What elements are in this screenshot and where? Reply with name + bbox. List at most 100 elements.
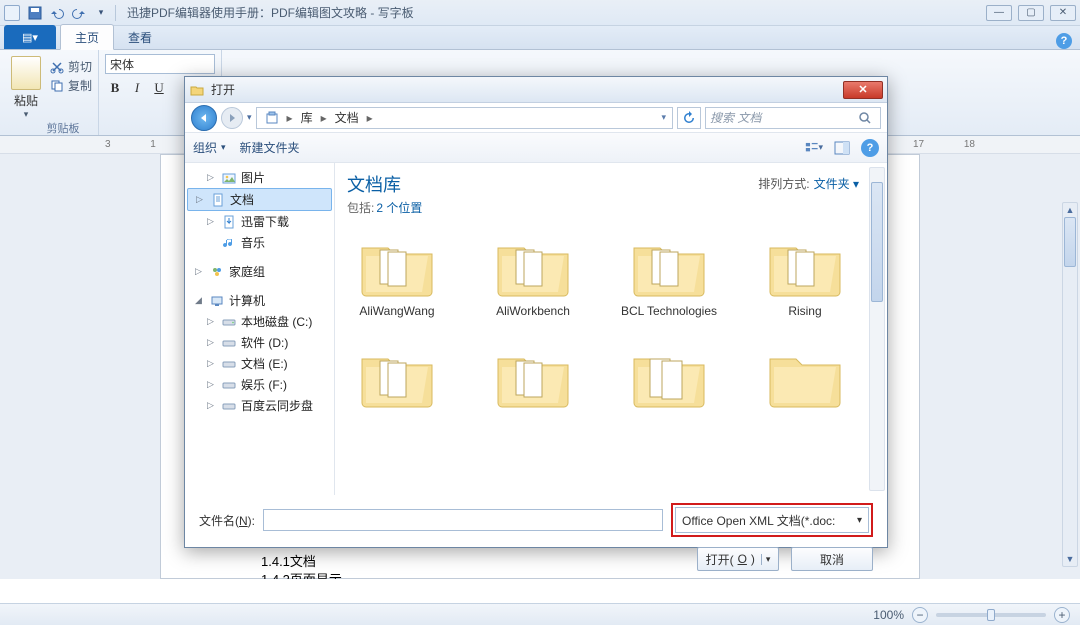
folder-label: AliWangWang bbox=[359, 304, 434, 319]
open-button[interactable]: 打开(O)▾ bbox=[697, 547, 779, 571]
tree-item-drive-c[interactable]: ▷本地磁盘 (C:) bbox=[185, 311, 334, 332]
folder-icon bbox=[494, 347, 572, 409]
preview-pane-button[interactable] bbox=[833, 139, 851, 157]
tree-item-pictures[interactable]: ▷图片 bbox=[185, 167, 334, 188]
breadcrumb[interactable]: ▸ 库 ▸ 文档 ▸ ▾ bbox=[256, 107, 673, 129]
folder-item[interactable]: BCL Technologies bbox=[619, 236, 719, 319]
scroll-down-icon[interactable]: ▼ bbox=[1063, 552, 1077, 566]
paste-label: 粘贴 bbox=[14, 92, 38, 109]
content-scrollbar[interactable] bbox=[869, 167, 885, 491]
qat-customize-icon[interactable]: ▾ bbox=[90, 3, 112, 23]
font-family-select[interactable]: 宋体 bbox=[105, 54, 215, 74]
filetype-value: Office Open XML 文档(*.doc: bbox=[682, 512, 835, 529]
folder-item[interactable] bbox=[347, 347, 447, 415]
tree-item-xunlei[interactable]: ▷迅雷下载 bbox=[185, 211, 334, 232]
paste-icon bbox=[11, 56, 41, 90]
sort-by: 排列方式:文件夹 ▾ bbox=[758, 175, 859, 192]
nav-back-button[interactable] bbox=[191, 105, 217, 131]
filetype-select[interactable]: Office Open XML 文档(*.doc:▾ bbox=[675, 507, 869, 533]
ruler-mark: 3 bbox=[105, 139, 111, 150]
scroll-up-icon[interactable]: ▲ bbox=[1063, 203, 1077, 217]
highlight-box: Office Open XML 文档(*.doc:▾ bbox=[671, 503, 873, 537]
tab-home[interactable]: 主页 bbox=[60, 24, 114, 50]
zoom-in-button[interactable]: + bbox=[1054, 607, 1070, 623]
tree-item-computer[interactable]: ◢计算机 bbox=[185, 290, 334, 311]
font-family-value: 宋体 bbox=[110, 56, 134, 73]
system-menu-icon[interactable] bbox=[4, 5, 20, 21]
tree-item-music[interactable]: 音乐 bbox=[185, 232, 334, 253]
tree-item-drive-f[interactable]: ▷娱乐 (F:) bbox=[185, 374, 334, 395]
tab-view[interactable]: 查看 bbox=[114, 25, 166, 49]
qat-undo-icon[interactable] bbox=[46, 3, 68, 23]
breadcrumb-root-icon[interactable] bbox=[259, 111, 285, 125]
folder-item[interactable] bbox=[619, 347, 719, 415]
nav-forward-button[interactable] bbox=[221, 107, 243, 129]
italic-button[interactable]: I bbox=[127, 78, 147, 98]
dialog-icon bbox=[189, 82, 205, 98]
ruler-mark: 17 bbox=[913, 139, 924, 150]
breadcrumb-libraries[interactable]: 库 bbox=[295, 109, 319, 126]
tree-item-drive-d[interactable]: ▷软件 (D:) bbox=[185, 332, 334, 353]
scroll-thumb[interactable] bbox=[1064, 217, 1076, 267]
minimize-button[interactable]: ― bbox=[986, 5, 1012, 21]
qat-save-icon[interactable] bbox=[24, 3, 46, 23]
tree-item-homegroup[interactable]: ▷家庭组 bbox=[185, 261, 334, 282]
dialog-title: 打开 bbox=[211, 81, 235, 98]
cut-label: 剪切 bbox=[68, 58, 92, 75]
maximize-button[interactable]: ▢ bbox=[1018, 5, 1044, 21]
dialog-close-button[interactable]: ✕ bbox=[843, 81, 883, 99]
folder-label: Rising bbox=[788, 304, 821, 319]
nav-tree[interactable]: ▷图片 ▷文档 ▷迅雷下载 音乐 ▷家庭组 ◢计算机 ▷本地磁盘 (C:) ▷软… bbox=[185, 163, 335, 495]
open-dropdown-icon[interactable]: ▾ bbox=[761, 554, 771, 565]
organize-button[interactable]: 组织▾ bbox=[193, 139, 226, 156]
library-locations-link[interactable]: 2 个位置 bbox=[376, 201, 422, 215]
folder-item[interactable] bbox=[755, 347, 855, 415]
cancel-button[interactable]: 取消 bbox=[791, 547, 873, 571]
copy-button[interactable]: 复制 bbox=[50, 77, 92, 94]
zoom-value: 100% bbox=[873, 608, 904, 622]
breadcrumb-sep-icon: ▸ bbox=[319, 111, 329, 125]
underline-button[interactable]: U bbox=[149, 78, 169, 98]
dialog-help-button[interactable]: ? bbox=[861, 139, 879, 157]
zoom-slider[interactable] bbox=[936, 613, 1046, 617]
folder-item[interactable] bbox=[483, 347, 583, 415]
file-menu-button[interactable]: ▤▾ bbox=[4, 25, 56, 49]
folder-icon bbox=[766, 236, 844, 298]
search-icon bbox=[858, 111, 872, 125]
folder-icon bbox=[358, 347, 436, 409]
tree-item-baidu[interactable]: ▷百度云同步盘 bbox=[185, 395, 334, 416]
sort-link[interactable]: 文件夹 ▾ bbox=[814, 177, 859, 191]
help-button[interactable]: ? bbox=[1056, 33, 1072, 49]
folder-label: AliWorkbench bbox=[496, 304, 570, 319]
tree-item-documents[interactable]: ▷文档 bbox=[187, 188, 332, 211]
folder-icon bbox=[630, 347, 708, 409]
tree-item-drive-e[interactable]: ▷文档 (E:) bbox=[185, 353, 334, 374]
breadcrumb-dropdown-icon[interactable]: ▾ bbox=[657, 112, 670, 123]
copy-label: 复制 bbox=[68, 77, 92, 94]
cut-button[interactable]: 剪切 bbox=[50, 58, 92, 75]
folder-icon bbox=[630, 236, 708, 298]
qat-redo-icon[interactable] bbox=[68, 3, 90, 23]
nav-history-dropdown-icon[interactable]: ▾ bbox=[247, 112, 252, 123]
file-menu-glyph: ▤▾ bbox=[22, 31, 38, 44]
close-window-button[interactable]: ✕ bbox=[1050, 5, 1076, 21]
folder-item[interactable]: AliWangWang bbox=[347, 236, 447, 319]
new-folder-button[interactable]: 新建文件夹 bbox=[240, 139, 300, 156]
bold-button[interactable]: B bbox=[105, 78, 125, 98]
vertical-scrollbar[interactable]: ▲ ▼ bbox=[1062, 202, 1078, 567]
folder-item[interactable]: AliWorkbench bbox=[483, 236, 583, 319]
content-scroll-thumb[interactable] bbox=[871, 182, 883, 302]
folder-icon bbox=[766, 347, 844, 409]
ruler-mark: 1 bbox=[150, 139, 156, 150]
open-dialog: 打开 ✕ ▾ ▸ 库 ▸ 文档 ▸ ▾ 搜索 文档 组织▾ 新建文件夹 ▾ ? bbox=[184, 76, 888, 548]
folder-item[interactable]: Rising bbox=[755, 236, 855, 319]
search-input[interactable]: 搜索 文档 bbox=[705, 107, 881, 129]
breadcrumb-documents[interactable]: 文档 bbox=[329, 109, 365, 126]
zoom-slider-thumb[interactable] bbox=[987, 609, 995, 621]
refresh-button[interactable] bbox=[677, 107, 701, 129]
view-mode-button[interactable]: ▾ bbox=[805, 139, 823, 157]
folder-label: BCL Technologies bbox=[621, 304, 717, 319]
zoom-out-button[interactable]: − bbox=[912, 607, 928, 623]
filename-input[interactable] bbox=[263, 509, 663, 531]
clipboard-group-label: 剪贴板 bbox=[18, 118, 108, 136]
